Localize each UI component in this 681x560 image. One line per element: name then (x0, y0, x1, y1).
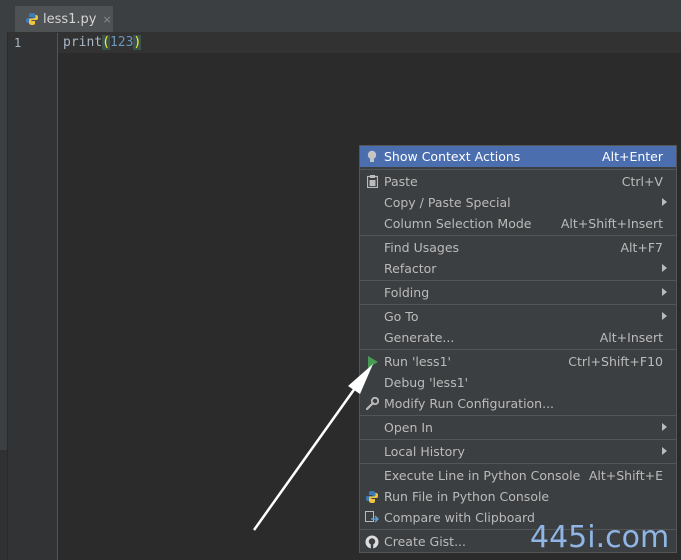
editor-tab-bar: less1.py × (7, 0, 681, 33)
menu-item-label: Copy / Paste Special (384, 195, 511, 210)
menu-item-label: Debug 'less1' (384, 375, 469, 390)
menu-item-modify-run-configuration[interactable]: Modify Run Configuration... (360, 393, 676, 414)
lightbulb-icon (360, 150, 384, 164)
menu-item-label: Column Selection Mode (384, 216, 532, 231)
submenu-arrow-icon (662, 288, 667, 296)
menu-item-shortcut: Alt+Enter (602, 149, 663, 164)
menu-item-label: Generate... (384, 330, 455, 345)
menu-item-show-context-actions[interactable]: Show Context Actions Alt+Enter (360, 146, 676, 167)
submenu-arrow-icon (662, 264, 667, 272)
github-icon (360, 535, 384, 549)
current-line-highlight (58, 33, 681, 53)
code-open-paren: ( (102, 35, 110, 50)
menu-separator (360, 235, 676, 236)
menu-item-shortcut: Alt+Insert (599, 330, 663, 345)
menu-separator (360, 463, 676, 464)
menu-item-find-usages[interactable]: Find Usages Alt+F7 (360, 237, 676, 258)
menu-separator (360, 304, 676, 305)
clipboard-icon (360, 175, 384, 188)
tool-window-strip (0, 0, 8, 560)
menu-separator (360, 349, 676, 350)
menu-item-debug[interactable]: Debug 'less1' (360, 372, 676, 393)
menu-item-label: Run 'less1' (384, 354, 451, 369)
code-func: print (63, 35, 103, 50)
menu-item-label: Refactor (384, 261, 437, 276)
menu-item-label: Open In (384, 420, 433, 435)
submenu-arrow-icon (662, 198, 667, 206)
menu-item-paste[interactable]: Paste Ctrl+V (360, 171, 676, 192)
menu-item-generate[interactable]: Generate... Alt+Insert (360, 327, 676, 348)
code-close-paren: ) (133, 35, 142, 50)
watermark: 445i.com (530, 520, 670, 555)
menu-item-label: Modify Run Configuration... (384, 396, 555, 411)
menu-separator (360, 439, 676, 440)
menu-item-run[interactable]: Run 'less1' Ctrl+Shift+F10 (360, 351, 676, 372)
python-file-icon (25, 12, 39, 26)
editor-gutter: 1 (8, 33, 58, 560)
file-tab[interactable]: less1.py × (15, 6, 113, 32)
menu-item-shortcut: Ctrl+Shift+F10 (568, 354, 663, 369)
menu-item-label: Run File in Python Console (384, 489, 550, 504)
file-tab-label: less1.py (43, 11, 97, 27)
menu-item-label: Folding (384, 285, 430, 300)
close-tab-icon[interactable]: × (103, 13, 112, 26)
menu-item-label: Find Usages (384, 240, 460, 255)
menu-item-shortcut: Alt+Shift+E (588, 468, 663, 483)
menu-item-local-history[interactable]: Local History (360, 441, 676, 462)
menu-item-refactor[interactable]: Refactor (360, 258, 676, 279)
menu-item-run-file-in-console[interactable]: Run File in Python Console (360, 486, 676, 507)
submenu-arrow-icon (662, 312, 667, 320)
menu-item-label: Local History (384, 444, 465, 459)
tool-window-strip-lower (0, 450, 7, 560)
menu-item-copy-paste-special[interactable]: Copy / Paste Special (360, 192, 676, 213)
wrench-icon (360, 397, 384, 410)
menu-item-shortcut: Ctrl+V (621, 174, 663, 189)
menu-item-execute-line[interactable]: Execute Line in Python Console Alt+Shift… (360, 465, 676, 486)
menu-item-label: Show Context Actions (384, 149, 521, 164)
menu-item-folding[interactable]: Folding (360, 282, 676, 303)
code-line: print(123) (63, 35, 142, 50)
menu-item-label: Go To (384, 309, 419, 324)
menu-item-go-to[interactable]: Go To (360, 306, 676, 327)
python-console-icon (360, 490, 384, 504)
code-number: 123 (109, 35, 134, 50)
menu-separator (360, 280, 676, 281)
menu-separator (360, 415, 676, 416)
editor-context-menu: Show Context Actions Alt+Enter Paste Ctr… (359, 145, 677, 553)
submenu-arrow-icon (662, 447, 667, 455)
menu-item-open-in[interactable]: Open In (360, 417, 676, 438)
run-play-icon (360, 355, 384, 368)
menu-item-column-selection-mode[interactable]: Column Selection Mode Alt+Shift+Insert (360, 213, 676, 234)
line-number: 1 (14, 36, 22, 50)
menu-separator (360, 169, 676, 170)
compare-diff-icon (360, 511, 384, 524)
submenu-arrow-icon (662, 423, 667, 431)
menu-item-label: Paste (384, 174, 418, 189)
menu-item-shortcut: Alt+F7 (620, 240, 663, 255)
menu-item-shortcut: Alt+Shift+Insert (560, 216, 663, 231)
menu-item-label: Execute Line in Python Console (384, 468, 581, 483)
